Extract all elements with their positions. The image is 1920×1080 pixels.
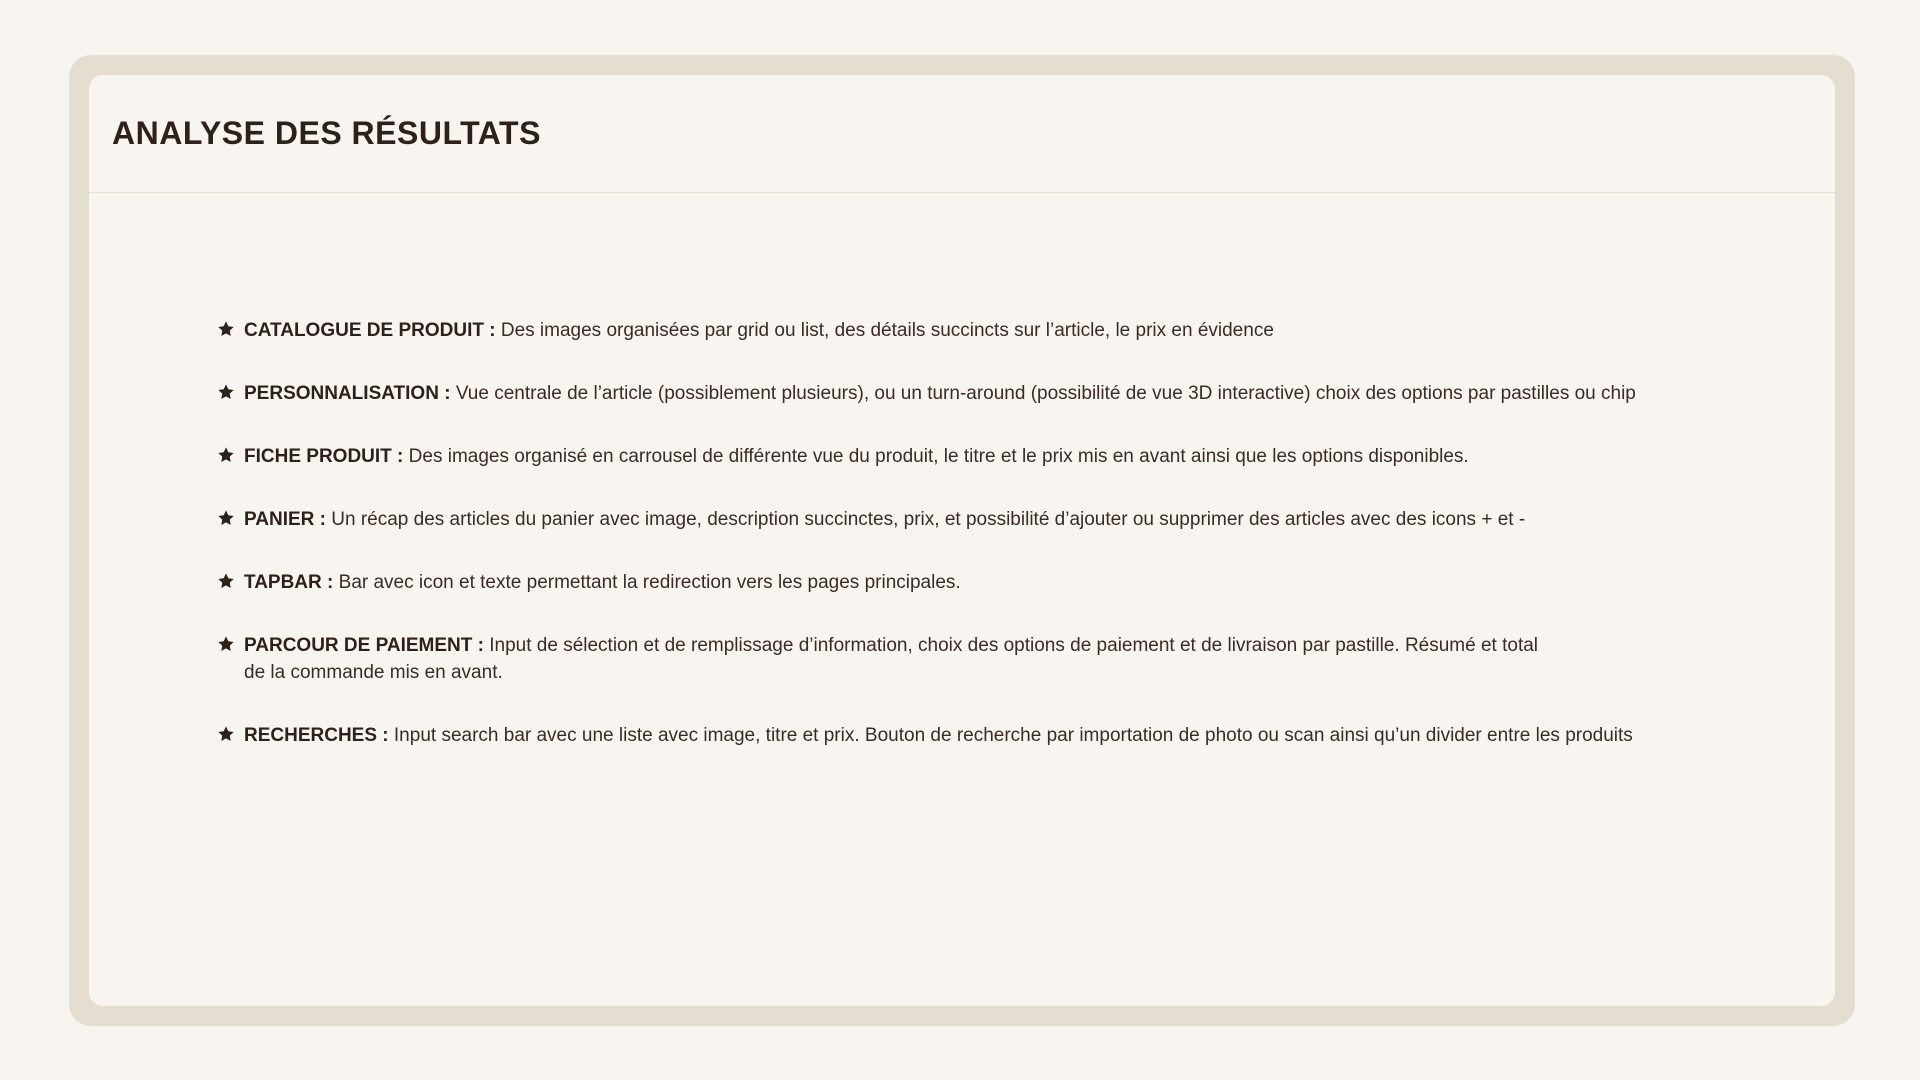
star-icon: [218, 636, 234, 651]
item-label: PERSONNALISATION :: [244, 383, 451, 404]
card-header: ANALYSE DES RÉSULTATS: [89, 75, 1835, 193]
slide-frame: ANALYSE DES RÉSULTATS CATALOGUE DE PRODU…: [69, 55, 1855, 1026]
list-item-personnalisation: PERSONNALISATION : Vue centrale de l’art…: [217, 380, 1777, 407]
item-description: Des images organisé en carrousel de diff…: [408, 446, 1469, 467]
item-label: CATALOGUE DE PRODUIT :: [244, 320, 496, 341]
star-icon: [218, 510, 234, 525]
list-item-fiche-produit: FICHE PRODUIT : Des images organisé en c…: [217, 443, 1777, 470]
star-icon: [218, 384, 234, 399]
item-label: TAPBAR :: [244, 572, 334, 593]
list-item-text: TAPBAR : Bar avec icon et texte permetta…: [244, 569, 1777, 596]
list-item-tapbar: TAPBAR : Bar avec icon et texte permetta…: [217, 569, 1777, 596]
list-item-recherches: RECHERCHES : Input search bar avec une l…: [217, 722, 1777, 749]
list-item-text: RECHERCHES : Input search bar avec une l…: [244, 722, 1777, 749]
list-item-text: PANIER : Un récap des articles du panier…: [244, 506, 1777, 533]
star-icon: [218, 573, 234, 588]
list-item-text: PARCOUR DE PAIEMENT : Input de sélection…: [244, 632, 1544, 686]
star-icon: [218, 447, 234, 462]
item-description: Un récap des articles du panier avec ima…: [331, 509, 1526, 530]
item-label: PARCOUR DE PAIEMENT :: [244, 635, 484, 656]
list-item-parcour-paiement: PARCOUR DE PAIEMENT : Input de sélection…: [217, 632, 1777, 686]
star-icon: [218, 321, 234, 336]
item-description: Vue centrale de l’article (possiblement …: [455, 383, 1636, 404]
list-item-panier: PANIER : Un récap des articles du panier…: [217, 506, 1777, 533]
results-list: CATALOGUE DE PRODUIT : Des images organi…: [217, 317, 1777, 785]
star-icon: [218, 726, 234, 741]
item-description: Des images organisées par grid ou list, …: [500, 320, 1274, 341]
list-item-text: FICHE PRODUIT : Des images organisé en c…: [244, 443, 1777, 470]
item-description: Input search bar avec une liste avec ima…: [393, 725, 1633, 746]
list-item-text: PERSONNALISATION : Vue centrale de l’art…: [244, 380, 1777, 407]
item-description: Bar avec icon et texte permettant la red…: [338, 572, 961, 593]
list-item-text: CATALOGUE DE PRODUIT : Des images organi…: [244, 317, 1777, 344]
item-label: PANIER :: [244, 509, 326, 530]
page-title: ANALYSE DES RÉSULTATS: [112, 115, 541, 151]
item-label: FICHE PRODUIT :: [244, 446, 404, 467]
content-card: ANALYSE DES RÉSULTATS CATALOGUE DE PRODU…: [89, 75, 1835, 1006]
item-label: RECHERCHES :: [244, 725, 389, 746]
list-item-catalogue: CATALOGUE DE PRODUIT : Des images organi…: [217, 317, 1777, 344]
